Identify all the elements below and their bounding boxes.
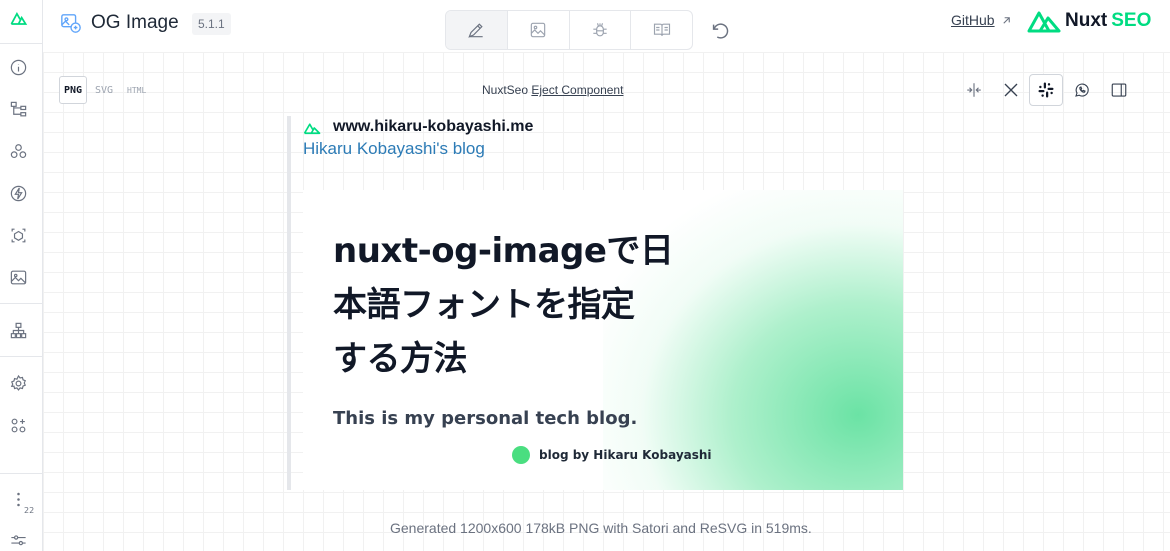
site-name-link[interactable]: Hikaru Kobayashi's blog xyxy=(303,139,485,159)
og-title-line: nuxt-og-imageで日 xyxy=(333,231,674,271)
og-title: nuxt-og-imageで日 本語フォントを指定 する方法 xyxy=(333,224,703,386)
image-icon xyxy=(530,22,546,38)
nuxt-logo-icon xyxy=(1027,11,1061,33)
brand-logo[interactable]: Nuxt SEO xyxy=(1027,9,1151,33)
og-image-preview: nuxt-og-imageで日 本語フォントを指定 する方法 This is m… xyxy=(303,190,903,490)
notification-count: 22 xyxy=(24,506,35,515)
whatsapp-preview-button[interactable] xyxy=(1063,74,1100,106)
image-icon[interactable] xyxy=(8,267,28,287)
format-svg-button[interactable]: SVG xyxy=(95,76,113,104)
slack-preview-border xyxy=(287,116,291,490)
og-author: blog by Hikaru Kobayashi xyxy=(512,446,712,464)
sidebar-toggle-button[interactable] xyxy=(1100,74,1137,106)
twitter-preview-button[interactable] xyxy=(992,74,1029,106)
whatsapp-icon xyxy=(1074,83,1089,97)
og-title-line: する方法 xyxy=(333,339,468,379)
settings-icon[interactable] xyxy=(8,373,28,393)
resize-toggle[interactable] xyxy=(955,74,992,106)
og-description: This is my personal tech blog. xyxy=(333,408,638,429)
brand-name: Nuxt xyxy=(1065,10,1108,31)
format-png-button[interactable]: PNG xyxy=(59,76,87,104)
tab-docs[interactable] xyxy=(631,11,692,49)
page-title: OG Image xyxy=(91,12,179,33)
split-icon xyxy=(966,83,981,97)
bolt-icon[interactable] xyxy=(8,183,28,203)
pen-icon xyxy=(468,23,484,38)
component-name: NuxtSeo xyxy=(482,83,529,97)
slack-preview-button[interactable] xyxy=(1029,74,1063,106)
share-preview-tools xyxy=(955,74,1137,106)
nuxt-logo-icon[interactable] xyxy=(8,8,28,28)
slack-icon xyxy=(1038,82,1054,98)
sitemap-icon[interactable] xyxy=(8,320,28,340)
format-html-button[interactable]: HTML xyxy=(127,76,146,104)
sliders-icon[interactable] xyxy=(8,531,28,551)
eject-component-link[interactable]: Eject Component xyxy=(531,83,623,97)
tab-image[interactable] xyxy=(508,11,570,49)
site-url: www.hikaru-kobayashi.me xyxy=(333,118,534,135)
site-favicon-icon xyxy=(303,123,321,135)
sidebar: 22 xyxy=(0,0,43,551)
panel-right-icon xyxy=(1111,83,1126,97)
components-icon[interactable] xyxy=(8,141,28,161)
component-label: NuxtSeo Eject Component xyxy=(482,83,623,97)
header: OG Image 5.1.1 GitHub Nuxt SEO xyxy=(43,0,1170,52)
tab-design[interactable] xyxy=(446,11,508,49)
github-link[interactable]: GitHub xyxy=(951,12,995,28)
brand-suffix: SEO xyxy=(1111,10,1152,31)
og-title-line: 本語フォントを指定 xyxy=(333,285,635,325)
author-avatar xyxy=(512,446,530,464)
generation-status: Generated 1200x600 178kB PNG with Satori… xyxy=(390,520,812,536)
external-link-icon xyxy=(1001,11,1012,30)
info-icon[interactable] xyxy=(8,57,28,77)
og-image-icon xyxy=(60,12,82,38)
tab-debug[interactable] xyxy=(570,11,632,49)
hierarchy-icon[interactable] xyxy=(8,99,28,119)
modules-icon[interactable] xyxy=(8,415,28,435)
version-badge: 5.1.1 xyxy=(192,13,231,35)
bug-icon xyxy=(593,23,607,37)
cube-icon[interactable] xyxy=(8,225,28,245)
og-author-text: blog by Hikaru Kobayashi xyxy=(539,448,712,462)
book-icon xyxy=(653,23,670,36)
x-twitter-icon xyxy=(1004,83,1017,97)
view-tabs xyxy=(445,10,693,50)
undo-icon[interactable] xyxy=(709,20,731,46)
